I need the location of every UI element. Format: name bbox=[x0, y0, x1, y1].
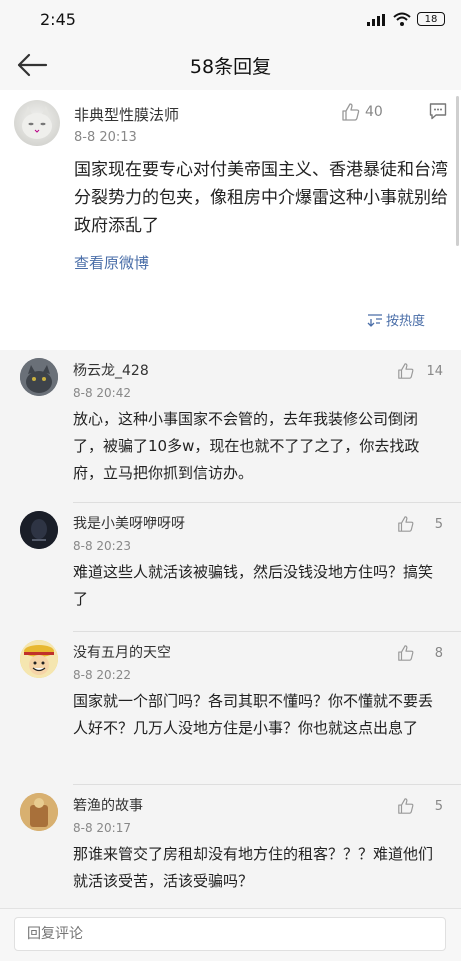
username[interactable]: 我是小美呀咿呀呀 bbox=[73, 513, 185, 533]
status-bar: 2:45 18 bbox=[0, 0, 461, 40]
like-count: 40 bbox=[365, 104, 383, 120]
thumbs-up-icon bbox=[342, 103, 360, 121]
signal-icon bbox=[367, 14, 385, 26]
sort-by-popularity-button[interactable]: 按热度 bbox=[367, 310, 425, 329]
view-original-weibo-link[interactable]: 查看原微博 bbox=[74, 252, 149, 273]
bottom-bar bbox=[0, 908, 461, 961]
comment-icon[interactable] bbox=[429, 102, 447, 120]
reply-item: 杨云龙_428 8-8 20:42 14 放心，这种小事国家不会管的，去年我装修… bbox=[0, 350, 461, 503]
cartoon-avatar-icon bbox=[20, 640, 58, 678]
reply-date: 8-8 20:42 bbox=[73, 386, 131, 400]
cat-avatar-icon bbox=[20, 358, 58, 396]
like-button[interactable]: 40 bbox=[341, 102, 401, 124]
reply-date: 8-8 20:23 bbox=[73, 539, 131, 553]
reply-text: 那谁来管交了房租却没有地方住的租客？？？难道他们就活该受苦，活该受骗吗？ bbox=[73, 845, 434, 890]
wifi-icon bbox=[393, 12, 411, 26]
reply-input[interactable] bbox=[14, 917, 446, 951]
like-count: 5 bbox=[434, 799, 443, 814]
cat-avatar-icon bbox=[22, 106, 52, 139]
like-count: 5 bbox=[434, 517, 443, 532]
sort-icon bbox=[367, 314, 382, 327]
page-title: 58条回复 bbox=[189, 56, 272, 78]
battery-level: 18 bbox=[424, 14, 438, 25]
avatar[interactable] bbox=[20, 358, 58, 396]
thumbs-up-icon bbox=[398, 516, 414, 532]
avatar[interactable] bbox=[14, 100, 60, 146]
reply-date: 8-8 20:17 bbox=[73, 821, 131, 835]
reply-item: 箬渔的故事 8-8 20:17 5 那谁来管交了房租却没有地方住的租客？？？难道… bbox=[0, 785, 461, 908]
username[interactable]: 非典型性膜法师 bbox=[74, 104, 179, 125]
main-comment: 非典型性膜法师 8-8 20:13 40 国家现在要专心对付美帝国主义、香港暴徒… bbox=[0, 90, 461, 350]
scrollbar[interactable] bbox=[456, 96, 459, 246]
reply-item: 没有五月的天空 8-8 20:22 8 国家就一个部门吗？各司其职不懂吗？你不懂… bbox=[0, 632, 461, 785]
like-button[interactable]: 14 bbox=[397, 362, 443, 382]
sort-label: 按热度 bbox=[385, 314, 425, 329]
reply-text: 放心，这种小事国家不会管的，去年我装修公司倒闭了，被骗了10多w，现在也就不了了… bbox=[73, 410, 420, 482]
like-button[interactable]: 8 bbox=[397, 644, 443, 664]
nav-bar: 58条回复 bbox=[0, 40, 461, 90]
reply-text: 难道这些人就活该被骗钱，然后没钱没地方住吗？搞笑了 bbox=[73, 563, 434, 608]
comment-date: 8-8 20:13 bbox=[74, 130, 137, 145]
reply-item: 我是小美呀咿呀呀 8-8 20:23 5 难道这些人就活该被骗钱，然后没钱没地方… bbox=[0, 503, 461, 632]
avatar[interactable] bbox=[20, 793, 58, 831]
username[interactable]: 没有五月的天空 bbox=[73, 642, 171, 662]
like-button[interactable]: 5 bbox=[397, 515, 443, 535]
avatar[interactable] bbox=[20, 640, 58, 678]
username[interactable]: 杨云龙_428 bbox=[73, 360, 149, 380]
battery-icon: 18 bbox=[417, 12, 445, 26]
status-time: 2:45 bbox=[40, 10, 76, 29]
like-button[interactable]: 5 bbox=[397, 797, 443, 817]
photo-avatar-icon bbox=[20, 793, 58, 831]
thumbs-up-icon bbox=[398, 798, 414, 814]
reply-date: 8-8 20:22 bbox=[73, 668, 131, 682]
reply-text: 国家就一个部门吗？各司其职不懂吗？你不懂就不要丢人好不？几万人没地方住是小事？你… bbox=[73, 692, 434, 737]
person-avatar-icon bbox=[20, 511, 58, 549]
like-count: 8 bbox=[434, 646, 443, 661]
thumbs-up-icon bbox=[398, 645, 414, 661]
avatar[interactable] bbox=[20, 511, 58, 549]
thumbs-up-icon bbox=[398, 363, 414, 379]
like-count: 14 bbox=[426, 364, 443, 379]
username[interactable]: 箬渔的故事 bbox=[73, 795, 143, 815]
comment-text: 国家现在要专心对付美帝国主义、香港暴徒和台湾分裂势力的包夹，像租房中介爆雷这种小… bbox=[74, 160, 448, 236]
